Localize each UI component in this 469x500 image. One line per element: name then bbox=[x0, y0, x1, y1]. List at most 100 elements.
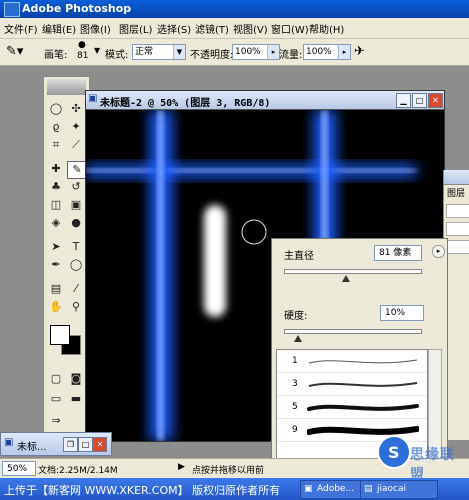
minimize-button[interactable]: ▁ bbox=[396, 93, 411, 108]
toolbox: ◯ ✣ ϱ ✦ ⌗ ⟋ ✚ ✎ ♣ ↺ ◫ ▣ ◈ ● ➤ T ✒ ◯ ▤ ⁄ … bbox=[43, 76, 90, 436]
brush-size-value[interactable]: 81 bbox=[77, 51, 88, 61]
airbrush-icon[interactable]: ✈ bbox=[354, 44, 365, 59]
history-brush-tool-icon[interactable]: ↺ bbox=[67, 179, 85, 195]
crop-tool-icon[interactable]: ⌗ bbox=[47, 137, 65, 153]
close-button[interactable]: ✕ bbox=[428, 93, 443, 108]
opacity-label: 不透明度: bbox=[190, 50, 234, 61]
layer-row[interactable] bbox=[446, 204, 469, 218]
hardness-slider[interactable] bbox=[284, 329, 422, 334]
document-title-bar[interactable]: ▣ 未标题-2 @ 50% (图层 3, RGB/8) ▁ □ ✕ bbox=[86, 91, 444, 110]
status-arrow-icon[interactable]: ▶ bbox=[178, 462, 185, 472]
marquee-tool-icon[interactable]: ◯ bbox=[47, 101, 65, 117]
full-screen-icon[interactable]: ▬ bbox=[67, 391, 85, 407]
glow-vertical-line-left bbox=[150, 110, 172, 441]
standard-mode-icon[interactable]: ▢ bbox=[47, 371, 65, 387]
maximize-button[interactable]: □ bbox=[78, 437, 93, 452]
slice-tool-icon[interactable]: ⟋ bbox=[67, 137, 85, 153]
screen-mode-icon[interactable]: ▭ bbox=[47, 391, 65, 407]
magic-wand-tool-icon[interactable]: ✦ bbox=[67, 119, 85, 135]
menu-filter[interactable]: 滤镜(T) bbox=[195, 21, 229, 36]
zoom-field[interactable]: 50% bbox=[2, 461, 36, 476]
glow-horizontal-line bbox=[86, 165, 416, 177]
pen-tool-icon[interactable]: ✒ bbox=[47, 257, 65, 273]
zoom-tool-icon[interactable]: ⚲ bbox=[67, 299, 85, 315]
hardness-field[interactable]: 10% bbox=[380, 305, 424, 321]
photoshop-logo-icon bbox=[4, 2, 20, 17]
hand-tool-icon[interactable]: ✋ bbox=[47, 299, 65, 315]
brush-preset-number: 3 bbox=[292, 379, 298, 389]
shape-tool-icon[interactable]: ◯ bbox=[67, 257, 85, 273]
minimized-window-title: 未标... bbox=[17, 442, 47, 453]
brush-preset-item[interactable]: 5 bbox=[277, 396, 427, 419]
taskbar-item-jiaocai[interactable]: ▤ jiaocai bbox=[360, 480, 438, 499]
white-glow-stroke bbox=[204, 205, 226, 317]
notes-tool-icon[interactable]: ▤ bbox=[47, 281, 65, 297]
minimized-document-window[interactable]: ▣ 未标... ❐ □ ✕ bbox=[0, 432, 112, 456]
move-tool-icon[interactable]: ✣ bbox=[67, 101, 85, 117]
panel-menu-arrow-icon[interactable]: ▸ bbox=[432, 245, 445, 258]
foreground-color-swatch[interactable] bbox=[50, 325, 70, 345]
path-selection-tool-icon[interactable]: ➤ bbox=[47, 239, 65, 255]
brush-tool-icon[interactable]: ✎▾ bbox=[6, 44, 23, 59]
menu-help[interactable]: 帮助(H) bbox=[309, 21, 344, 36]
brush-picker-arrow-icon[interactable]: ▼ bbox=[94, 46, 100, 55]
document-size: 文档:2.25M/2.14M bbox=[38, 466, 118, 476]
menu-layer[interactable]: 图层(L) bbox=[119, 21, 152, 36]
brush-preset-dot-icon[interactable]: ● bbox=[78, 40, 86, 50]
blur-tool-icon[interactable]: ◈ bbox=[47, 215, 65, 231]
quick-mask-icon[interactable]: ◙ bbox=[67, 371, 85, 387]
healing-brush-tool-icon[interactable]: ✚ bbox=[47, 161, 65, 177]
mode-select[interactable]: 正常 ▼ bbox=[132, 44, 186, 60]
jump-to-imageready-icon[interactable]: ⇒ bbox=[47, 413, 65, 429]
diameter-slider[interactable] bbox=[284, 269, 422, 274]
layer-row[interactable] bbox=[446, 240, 469, 254]
diameter-field[interactable]: 81 像素 bbox=[374, 245, 422, 261]
folder-icon: ▤ bbox=[364, 484, 373, 494]
clone-stamp-tool-icon[interactable]: ♣ bbox=[47, 179, 65, 195]
taskbar-item-label: Adobe... bbox=[317, 484, 355, 494]
layer-row[interactable] bbox=[446, 222, 469, 236]
lasso-tool-icon[interactable]: ϱ bbox=[47, 119, 65, 135]
hardness-slider-thumb[interactable] bbox=[293, 335, 302, 342]
eyedropper-tool-icon[interactable]: ⁄ bbox=[67, 281, 85, 297]
mode-value: 正常 bbox=[135, 47, 154, 57]
menu-select[interactable]: 选择(S) bbox=[157, 21, 191, 36]
brush-tool-icon[interactable]: ✎ bbox=[67, 161, 87, 179]
diameter-slider-thumb[interactable] bbox=[342, 275, 351, 282]
menu-edit[interactable]: 编辑(E) bbox=[42, 21, 76, 36]
menu-file[interactable]: 文件(F) bbox=[4, 21, 38, 36]
flow-label: 流量: bbox=[279, 50, 303, 61]
chevron-right-icon: ▸ bbox=[267, 45, 279, 59]
close-button[interactable]: ✕ bbox=[93, 437, 107, 452]
brush-preset-item[interactable]: 1 bbox=[277, 350, 427, 373]
document-title: 未标题-2 @ 50% (图层 3, RGB/8) bbox=[100, 98, 271, 109]
dodge-tool-icon[interactable]: ● bbox=[67, 215, 85, 231]
app-title-bar: Adobe Photoshop bbox=[0, 0, 469, 18]
hardness-label: 硬度: bbox=[284, 311, 308, 322]
brush-label: 画笔: bbox=[44, 50, 68, 61]
taskbar-item-label: jiaocai bbox=[377, 484, 406, 494]
chevron-right-icon: ▸ bbox=[338, 45, 350, 59]
gradient-tool-icon[interactable]: ▣ bbox=[67, 197, 85, 213]
chevron-down-icon: ▼ bbox=[173, 45, 185, 59]
app-title: Adobe Photoshop bbox=[22, 2, 132, 15]
toolbox-feather-icon bbox=[47, 79, 86, 95]
maximize-button[interactable]: □ bbox=[412, 93, 427, 108]
restore-button[interactable]: ❐ bbox=[63, 437, 78, 452]
flow-field[interactable]: 100% ▸ bbox=[303, 44, 351, 60]
opacity-field[interactable]: 100% ▸ bbox=[232, 44, 280, 60]
menu-view[interactable]: 视图(V) bbox=[233, 21, 268, 36]
layers-panel-title[interactable]: 图层 bbox=[447, 186, 465, 199]
diameter-label: 主直径 bbox=[284, 251, 314, 262]
menu-image[interactable]: 图像(I) bbox=[80, 21, 111, 36]
status-hint: 点按并拖移以用前 bbox=[192, 466, 265, 476]
menu-window[interactable]: 窗口(W) bbox=[271, 21, 309, 36]
type-tool-icon[interactable]: T bbox=[67, 239, 85, 255]
eraser-tool-icon[interactable]: ◫ bbox=[47, 197, 65, 213]
svg-text:S: S bbox=[388, 443, 400, 462]
flow-value: 100% bbox=[306, 47, 332, 57]
brush-preset-item[interactable]: 3 bbox=[277, 373, 427, 396]
document-ps-icon: ▣ bbox=[88, 93, 98, 104]
upload-credit-text: 上传于【新客网 WWW.XKER.COM】 版权归原作者所有 bbox=[4, 484, 281, 497]
brush-preset-number: 5 bbox=[292, 402, 298, 412]
